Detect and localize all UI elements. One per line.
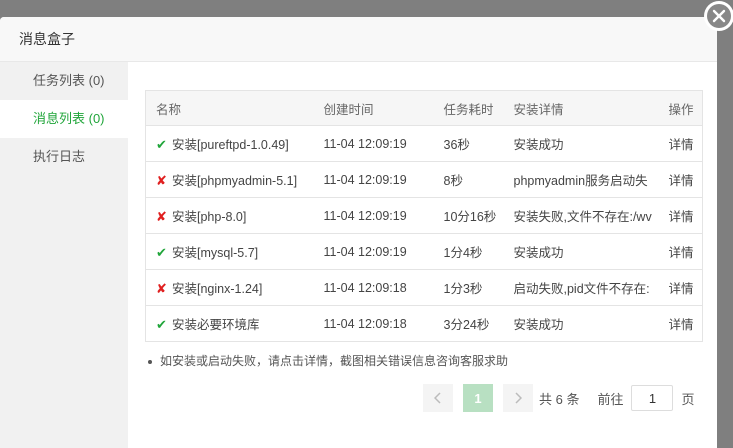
close-button[interactable] xyxy=(704,1,733,31)
bullet-icon xyxy=(148,359,152,364)
table-row: ✔ 安装必要环境库 11-04 12:09:18 3分24秒 安装成功 详情 xyxy=(145,305,703,342)
cell-name: ✘ 安装[phpmyadmin-5.1] xyxy=(145,161,314,198)
cross-icon: ✘ xyxy=(156,281,167,296)
sidebar-item-message-list[interactable]: 消息列表 (0) xyxy=(0,100,128,138)
cell-name: ✔ 安装必要环境库 xyxy=(145,305,314,342)
help-tip-text: 如安装或启动失败，请点击详情，截图相关错误信息咨询客服求助 xyxy=(160,354,509,368)
cell-duration: 1分3秒 xyxy=(433,269,504,306)
sidebar-item-task-list[interactable]: 任务列表 (0) xyxy=(0,62,128,100)
column-header-install-detail: 安装详情 xyxy=(503,90,659,126)
detail-link[interactable]: 详情 xyxy=(658,269,703,306)
table-row: ✘ 安装[phpmyadmin-5.1] 11-04 12:09:19 8秒 phpmy… xyxy=(145,161,703,198)
task-name: 安装[phpmyadmin-5.1] xyxy=(172,174,298,188)
cell-install-detail: 启动失败,pid文件不存在: xyxy=(503,269,659,306)
table-row: ✔ 安装[pureftpd-1.0.49] 11-04 12:09:19 36秒 安装成… xyxy=(145,125,703,162)
cell-duration: 1分4秒 xyxy=(433,233,504,270)
table-row: ✔ 安装[mysql-5.7] 11-04 12:09:19 1分4秒 安装成功 详情 xyxy=(145,233,703,270)
message-table: 名称 创建时间 任务耗时 安装详情 操作 ✔ 安装[pureftpd-1.0.49… xyxy=(145,90,703,342)
page-number-current[interactable]: 1 xyxy=(463,384,493,412)
cell-created-time: 11-04 12:09:19 xyxy=(313,233,434,270)
cell-name: ✔ 安装[mysql-5.7] xyxy=(145,233,314,270)
task-name: 安装[php-8.0] xyxy=(172,210,247,224)
cell-duration: 36秒 xyxy=(433,125,504,162)
cell-duration: 8秒 xyxy=(433,161,504,198)
cell-created-time: 11-04 12:09:19 xyxy=(313,125,434,162)
cell-install-detail: phpmyadmin服务启动失 xyxy=(503,161,659,198)
task-name: 安装[nginx-1.24] xyxy=(172,282,263,296)
goto-label: 前往 xyxy=(597,391,624,407)
detail-link[interactable]: 详情 xyxy=(658,233,703,270)
cell-created-time: 11-04 12:09:19 xyxy=(313,197,434,234)
task-name: 安装必要环境库 xyxy=(172,318,260,332)
cell-install-detail: 安装成功 xyxy=(503,233,659,270)
task-name: 安装[pureftpd-1.0.49] xyxy=(172,138,289,152)
cross-icon: ✘ xyxy=(156,209,167,224)
sidebar: 任务列表 (0) 消息列表 (0) 执行日志 xyxy=(0,62,128,448)
table-row: ✘ 安装[nginx-1.24] 11-04 12:09:18 1分3秒 启动失败,pi… xyxy=(145,269,703,306)
close-icon xyxy=(707,4,731,28)
sidebar-item-execution-log[interactable]: 执行日志 xyxy=(0,138,128,176)
detail-link[interactable]: 详情 xyxy=(658,161,703,198)
table-row: ✘ 安装[php-8.0] 11-04 12:09:19 10分16秒 安装失败,文件不… xyxy=(145,197,703,234)
check-icon: ✔ xyxy=(156,317,167,332)
column-header-name: 名称 xyxy=(145,90,314,126)
cell-duration: 3分24秒 xyxy=(433,305,504,342)
cell-name: ✔ 安装[pureftpd-1.0.49] xyxy=(145,125,314,162)
pagination: 1 共 6 条 前往 页 xyxy=(423,384,695,412)
detail-link[interactable]: 详情 xyxy=(658,305,703,342)
cell-created-time: 11-04 12:09:18 xyxy=(313,305,434,342)
help-tip: 如安装或启动失败，请点击详情，截图相关错误信息咨询客服求助 xyxy=(148,352,508,369)
task-name: 安装[mysql-5.7] xyxy=(172,246,259,260)
table-header-row: 名称 创建时间 任务耗时 安装详情 操作 xyxy=(145,90,703,126)
column-header-duration: 任务耗时 xyxy=(433,90,504,126)
detail-link[interactable]: 详情 xyxy=(658,125,703,162)
check-icon: ✔ xyxy=(156,245,167,260)
chevron-left-icon xyxy=(434,392,441,404)
cell-duration: 10分16秒 xyxy=(433,197,504,234)
goto-page-input[interactable] xyxy=(631,385,674,411)
cell-install-detail: 安装失败,文件不存在:/wv xyxy=(503,197,659,234)
cell-name: ✘ 安装[nginx-1.24] xyxy=(145,269,314,306)
column-header-created-time: 创建时间 xyxy=(313,90,434,126)
chevron-right-icon xyxy=(515,392,522,404)
next-page-button[interactable] xyxy=(503,384,533,412)
cell-name: ✘ 安装[php-8.0] xyxy=(145,197,314,234)
cell-install-detail: 安装成功 xyxy=(503,305,659,342)
detail-link[interactable]: 详情 xyxy=(658,197,703,234)
dialog-title: 消息盒子 xyxy=(0,17,717,62)
total-count: 共 6 条 xyxy=(539,391,580,407)
cell-install-detail: 安装成功 xyxy=(503,125,659,162)
column-header-action: 操作 xyxy=(658,90,703,126)
prev-page-button[interactable] xyxy=(423,384,453,412)
cross-icon: ✘ xyxy=(156,173,167,188)
check-icon: ✔ xyxy=(156,137,167,152)
cell-created-time: 11-04 12:09:18 xyxy=(313,269,434,306)
cell-created-time: 11-04 12:09:19 xyxy=(313,161,434,198)
page-unit-label: 页 xyxy=(681,391,695,407)
message-table-wrap: 名称 创建时间 任务耗时 安装详情 操作 ✔ 安装[pureftpd-1.0.49… xyxy=(145,90,703,342)
